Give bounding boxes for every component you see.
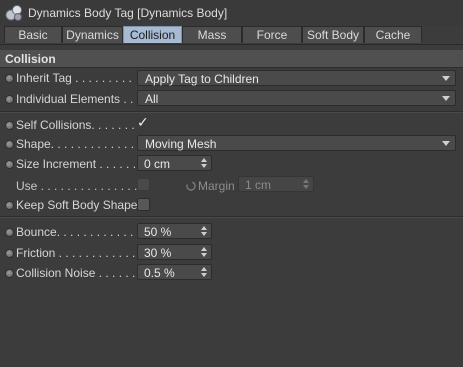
divider-highlight: [0, 217, 463, 218]
section-divider: [0, 67, 463, 68]
individual-elements-dropdown[interactable]: All: [137, 90, 456, 106]
inherit-tag-value: Apply Tag to Children: [145, 72, 259, 86]
animate-dot-icon[interactable]: [5, 269, 14, 278]
animate-dot-icon[interactable]: [5, 249, 14, 258]
margin-value: 1 cm: [245, 178, 272, 192]
self-collisions-checkbox[interactable]: ✓: [137, 114, 149, 131]
self-collisions-label: Self Collisions. . . . . . .: [16, 118, 135, 132]
dynamics-body-tag-icon: [5, 5, 22, 21]
spinner-arrows-icon[interactable]: [201, 267, 207, 277]
dropdown-arrow-icon: [442, 96, 450, 101]
bounce-field[interactable]: 50 %: [137, 223, 212, 239]
spinner-arrows-icon[interactable]: [303, 179, 309, 189]
tab-divider: [0, 44, 463, 45]
keep-soft-body-shape-checkbox[interactable]: [137, 198, 150, 211]
animate-dot-icon[interactable]: [5, 201, 14, 210]
section-title: Collision: [5, 52, 56, 66]
animate-dot-icon[interactable]: [5, 140, 14, 149]
individual-elements-value: All: [145, 92, 159, 106]
animate-dot-icon[interactable]: [5, 160, 14, 169]
animate-dot-icon[interactable]: [5, 121, 14, 130]
individual-elements-label: Individual Elements . .: [16, 92, 134, 106]
spinner-arrows-icon[interactable]: [201, 226, 207, 236]
inherit-tag-label: Inherit Tag . . . . . . . . .: [16, 71, 132, 85]
size-increment-value: 0 cm: [144, 157, 171, 171]
friction-field[interactable]: 30 %: [137, 244, 212, 260]
dropdown-arrow-icon: [442, 141, 450, 146]
spinner-arrows-icon[interactable]: [201, 158, 207, 168]
tab-cache[interactable]: Cache: [364, 26, 422, 43]
collision-noise-label: Collision Noise . . . . . .: [16, 266, 136, 280]
collision-noise-field[interactable]: 0.5 %: [137, 264, 212, 280]
tab-basic[interactable]: Basic: [4, 26, 62, 43]
keep-soft-body-shape-label: Keep Soft Body Shape: [16, 198, 138, 212]
tab-bar: Basic Dynamics Collision Mass Force Soft…: [4, 26, 424, 44]
tab-soft-body[interactable]: Soft Body: [302, 26, 364, 43]
animate-dot-icon[interactable]: [5, 74, 14, 83]
tab-mass[interactable]: Mass: [182, 26, 242, 43]
margin-label: Margin: [198, 179, 235, 193]
margin-field[interactable]: 1 cm: [238, 176, 314, 192]
tab-dynamics[interactable]: Dynamics: [62, 26, 123, 43]
inherit-tag-dropdown[interactable]: Apply Tag to Children: [137, 70, 456, 86]
spinner-arrows-icon[interactable]: [201, 247, 207, 257]
size-increment-field[interactable]: 0 cm: [137, 155, 212, 171]
use-checkbox[interactable]: [137, 178, 150, 191]
window-title: Dynamics Body Tag [Dynamics Body]: [28, 6, 228, 20]
animate-dot-icon[interactable]: [5, 95, 14, 104]
shape-value: Moving Mesh: [145, 137, 217, 151]
size-increment-label: Size Increment . . . . . .: [16, 157, 137, 171]
bounce-label: Bounce. . . . . . . . . . . . .: [16, 225, 141, 239]
friction-value: 30 %: [144, 246, 172, 260]
collision-noise-value: 0.5 %: [144, 266, 175, 280]
dropdown-arrow-icon: [442, 76, 450, 81]
margin-animate-icon[interactable]: [186, 181, 196, 191]
tab-collision[interactable]: Collision: [123, 26, 182, 43]
section-header: [0, 50, 463, 67]
bounce-value: 50 %: [144, 225, 172, 239]
tab-force[interactable]: Force: [242, 26, 302, 43]
shape-label: Shape. . . . . . . . . . . . . .: [16, 137, 141, 151]
animate-dot-icon[interactable]: [5, 228, 14, 237]
shape-dropdown[interactable]: Moving Mesh: [137, 135, 456, 151]
friction-label: Friction . . . . . . . . . . . .: [16, 246, 136, 260]
divider-highlight: [0, 112, 463, 113]
use-label: Use . . . . . . . . . . . . . . .: [16, 179, 138, 193]
